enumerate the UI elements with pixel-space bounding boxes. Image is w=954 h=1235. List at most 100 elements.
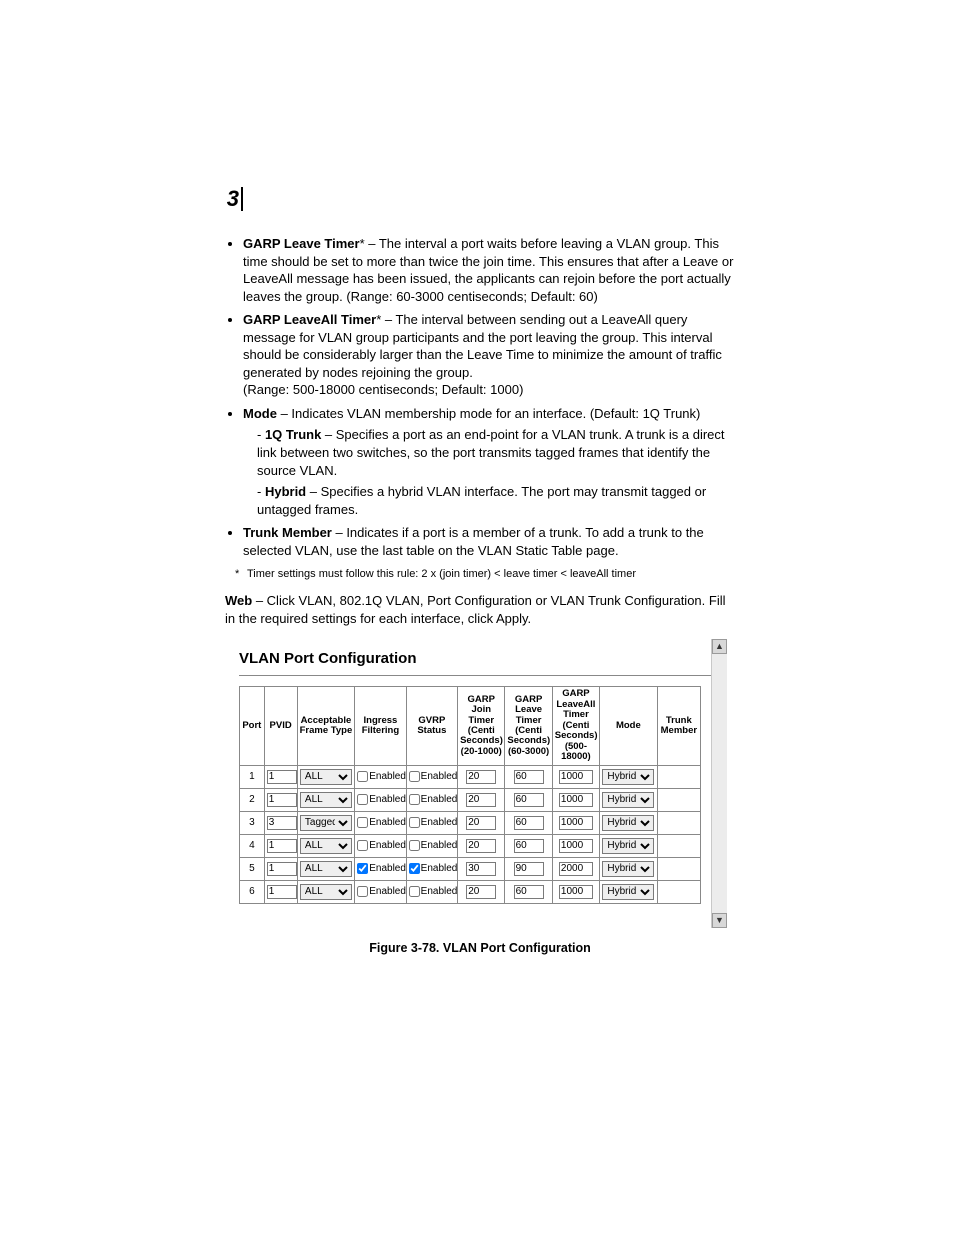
garp-leaveall-input[interactable]: [559, 816, 593, 830]
garp-leave-input[interactable]: [514, 793, 544, 807]
cell-port: 4: [240, 834, 265, 857]
garp-leave-input[interactable]: [514, 816, 544, 830]
web-instructions: Web – Click VLAN, 802.1Q VLAN, Port Conf…: [225, 592, 735, 627]
table-row: 3ALLTaggedEnabledEnabledHybrid1Q Trunk: [240, 811, 701, 834]
garp-leaveall-input[interactable]: [559, 885, 593, 899]
body-text: GARP Leave Timer* – The interval a port …: [225, 235, 735, 957]
garp-join-input[interactable]: [466, 770, 496, 784]
garp-leave-input[interactable]: [514, 885, 544, 899]
th-port: Port: [240, 687, 265, 765]
bullet-mode-hybrid: Hybrid – Specifies a hybrid VLAN interfa…: [257, 483, 735, 518]
th-mode: Mode: [600, 687, 658, 765]
pvid-input[interactable]: [267, 862, 297, 876]
cell-port: 2: [240, 788, 265, 811]
scrollbar[interactable]: ▲ ▼: [711, 639, 727, 928]
table-row: 1ALLTaggedEnabledEnabledHybrid1Q Trunk: [240, 765, 701, 788]
ingress-checkbox[interactable]: [357, 771, 368, 782]
scroll-up-icon[interactable]: ▲: [712, 639, 727, 654]
label: GARP LeaveAll Timer: [243, 312, 376, 327]
table-header-row: Port PVID Acceptable Frame Type Ingress …: [240, 687, 701, 765]
mode-select[interactable]: Hybrid1Q Trunk: [602, 815, 654, 831]
pvid-input[interactable]: [267, 793, 297, 807]
garp-leave-input[interactable]: [514, 862, 544, 876]
label: 1Q Trunk: [265, 427, 321, 442]
th-garp-leaveall: GARP LeaveAll Timer (Centi Seconds) (500…: [552, 687, 599, 765]
ingress-checkbox[interactable]: [357, 840, 368, 851]
garp-leaveall-input[interactable]: [559, 770, 593, 784]
bullet-mode: Mode – Indicates VLAN membership mode fo…: [243, 405, 735, 518]
garp-leave-input[interactable]: [514, 770, 544, 784]
th-garp-leave: GARP Leave Timer (Centi Seconds) (60-300…: [505, 687, 552, 765]
gvrp-checkbox[interactable]: [409, 840, 420, 851]
frame-type-select[interactable]: ALLTagged: [300, 792, 352, 808]
gvrp-checkbox[interactable]: [409, 794, 420, 805]
text: – Indicates VLAN membership mode for an …: [277, 406, 700, 421]
chapter-number: 3: [215, 187, 243, 211]
pvid-input[interactable]: [267, 839, 297, 853]
pvid-input[interactable]: [267, 816, 297, 830]
label: Trunk Member: [243, 525, 332, 540]
panel-title: VLAN Port Configuration: [239, 649, 723, 669]
th-frame-type: Acceptable Frame Type: [297, 687, 355, 765]
garp-leaveall-input[interactable]: [559, 862, 593, 876]
table-row: 5ALLTaggedEnabledEnabledHybrid1Q Trunk: [240, 857, 701, 880]
gvrp-checkbox[interactable]: [409, 886, 420, 897]
text: – Click VLAN, 802.1Q VLAN, Port Configur…: [225, 593, 726, 626]
label: GARP Leave Timer: [243, 236, 360, 251]
text: – Specifies a port as an end-point for a…: [257, 427, 725, 477]
garp-join-input[interactable]: [466, 862, 496, 876]
label: Web: [225, 593, 252, 608]
th-ingress: Ingress Filtering: [355, 687, 406, 765]
table-row: 6ALLTaggedEnabledEnabledHybrid1Q Trunk: [240, 880, 701, 903]
cell-trunk-member: [657, 880, 700, 903]
table-row: 2ALLTaggedEnabledEnabledHybrid1Q Trunk: [240, 788, 701, 811]
frame-type-select[interactable]: ALLTagged: [300, 769, 352, 785]
text: – Specifies a hybrid VLAN interface. The…: [257, 484, 706, 517]
pvid-input[interactable]: [267, 885, 297, 899]
panel-divider: [239, 675, 723, 676]
range-text: (Range: 500-18000 centiseconds; Default:…: [243, 382, 523, 397]
vlan-port-table: Port PVID Acceptable Frame Type Ingress …: [239, 686, 701, 903]
frame-type-select[interactable]: ALLTagged: [300, 861, 352, 877]
frame-type-select[interactable]: ALLTagged: [300, 815, 352, 831]
table-row: 4ALLTaggedEnabledEnabledHybrid1Q Trunk: [240, 834, 701, 857]
ingress-checkbox[interactable]: [357, 794, 368, 805]
garp-leave-input[interactable]: [514, 839, 544, 853]
scroll-down-icon[interactable]: ▼: [712, 913, 727, 928]
garp-join-input[interactable]: [466, 793, 496, 807]
th-gvrp: GVRP Status: [406, 687, 457, 765]
frame-type-select[interactable]: ALLTagged: [300, 884, 352, 900]
cell-trunk-member: [657, 811, 700, 834]
gvrp-checkbox[interactable]: [409, 771, 420, 782]
th-garp-join: GARP Join Timer (Centi Seconds) (20-1000…: [458, 687, 505, 765]
mode-select[interactable]: Hybrid1Q Trunk: [602, 769, 654, 785]
cell-port: 5: [240, 857, 265, 880]
cell-trunk-member: [657, 765, 700, 788]
timer-footnote: *Timer settings must follow this rule: 2…: [235, 567, 735, 582]
mode-select[interactable]: Hybrid1Q Trunk: [602, 792, 654, 808]
bullet-garp-leave-timer: GARP Leave Timer* – The interval a port …: [243, 235, 735, 305]
bullet-garp-leaveall-timer: GARP LeaveAll Timer* – The interval betw…: [243, 311, 735, 399]
garp-leaveall-input[interactable]: [559, 839, 593, 853]
mode-select[interactable]: Hybrid1Q Trunk: [602, 884, 654, 900]
garp-join-input[interactable]: [466, 885, 496, 899]
cell-port: 3: [240, 811, 265, 834]
ingress-checkbox[interactable]: [357, 886, 368, 897]
garp-join-input[interactable]: [466, 816, 496, 830]
label: Mode: [243, 406, 277, 421]
pvid-input[interactable]: [267, 770, 297, 784]
ingress-checkbox[interactable]: [357, 817, 368, 828]
cell-trunk-member: [657, 788, 700, 811]
garp-leaveall-input[interactable]: [559, 793, 593, 807]
cell-trunk-member: [657, 857, 700, 880]
frame-type-select[interactable]: ALLTagged: [300, 838, 352, 854]
gvrp-checkbox[interactable]: [409, 817, 420, 828]
mode-select[interactable]: Hybrid1Q Trunk: [602, 838, 654, 854]
garp-join-input[interactable]: [466, 839, 496, 853]
cell-trunk-member: [657, 834, 700, 857]
gvrp-checkbox[interactable]: [409, 863, 420, 874]
ingress-checkbox[interactable]: [357, 863, 368, 874]
th-trunk-member: Trunk Member: [657, 687, 700, 765]
cell-port: 6: [240, 880, 265, 903]
mode-select[interactable]: Hybrid1Q Trunk: [602, 861, 654, 877]
